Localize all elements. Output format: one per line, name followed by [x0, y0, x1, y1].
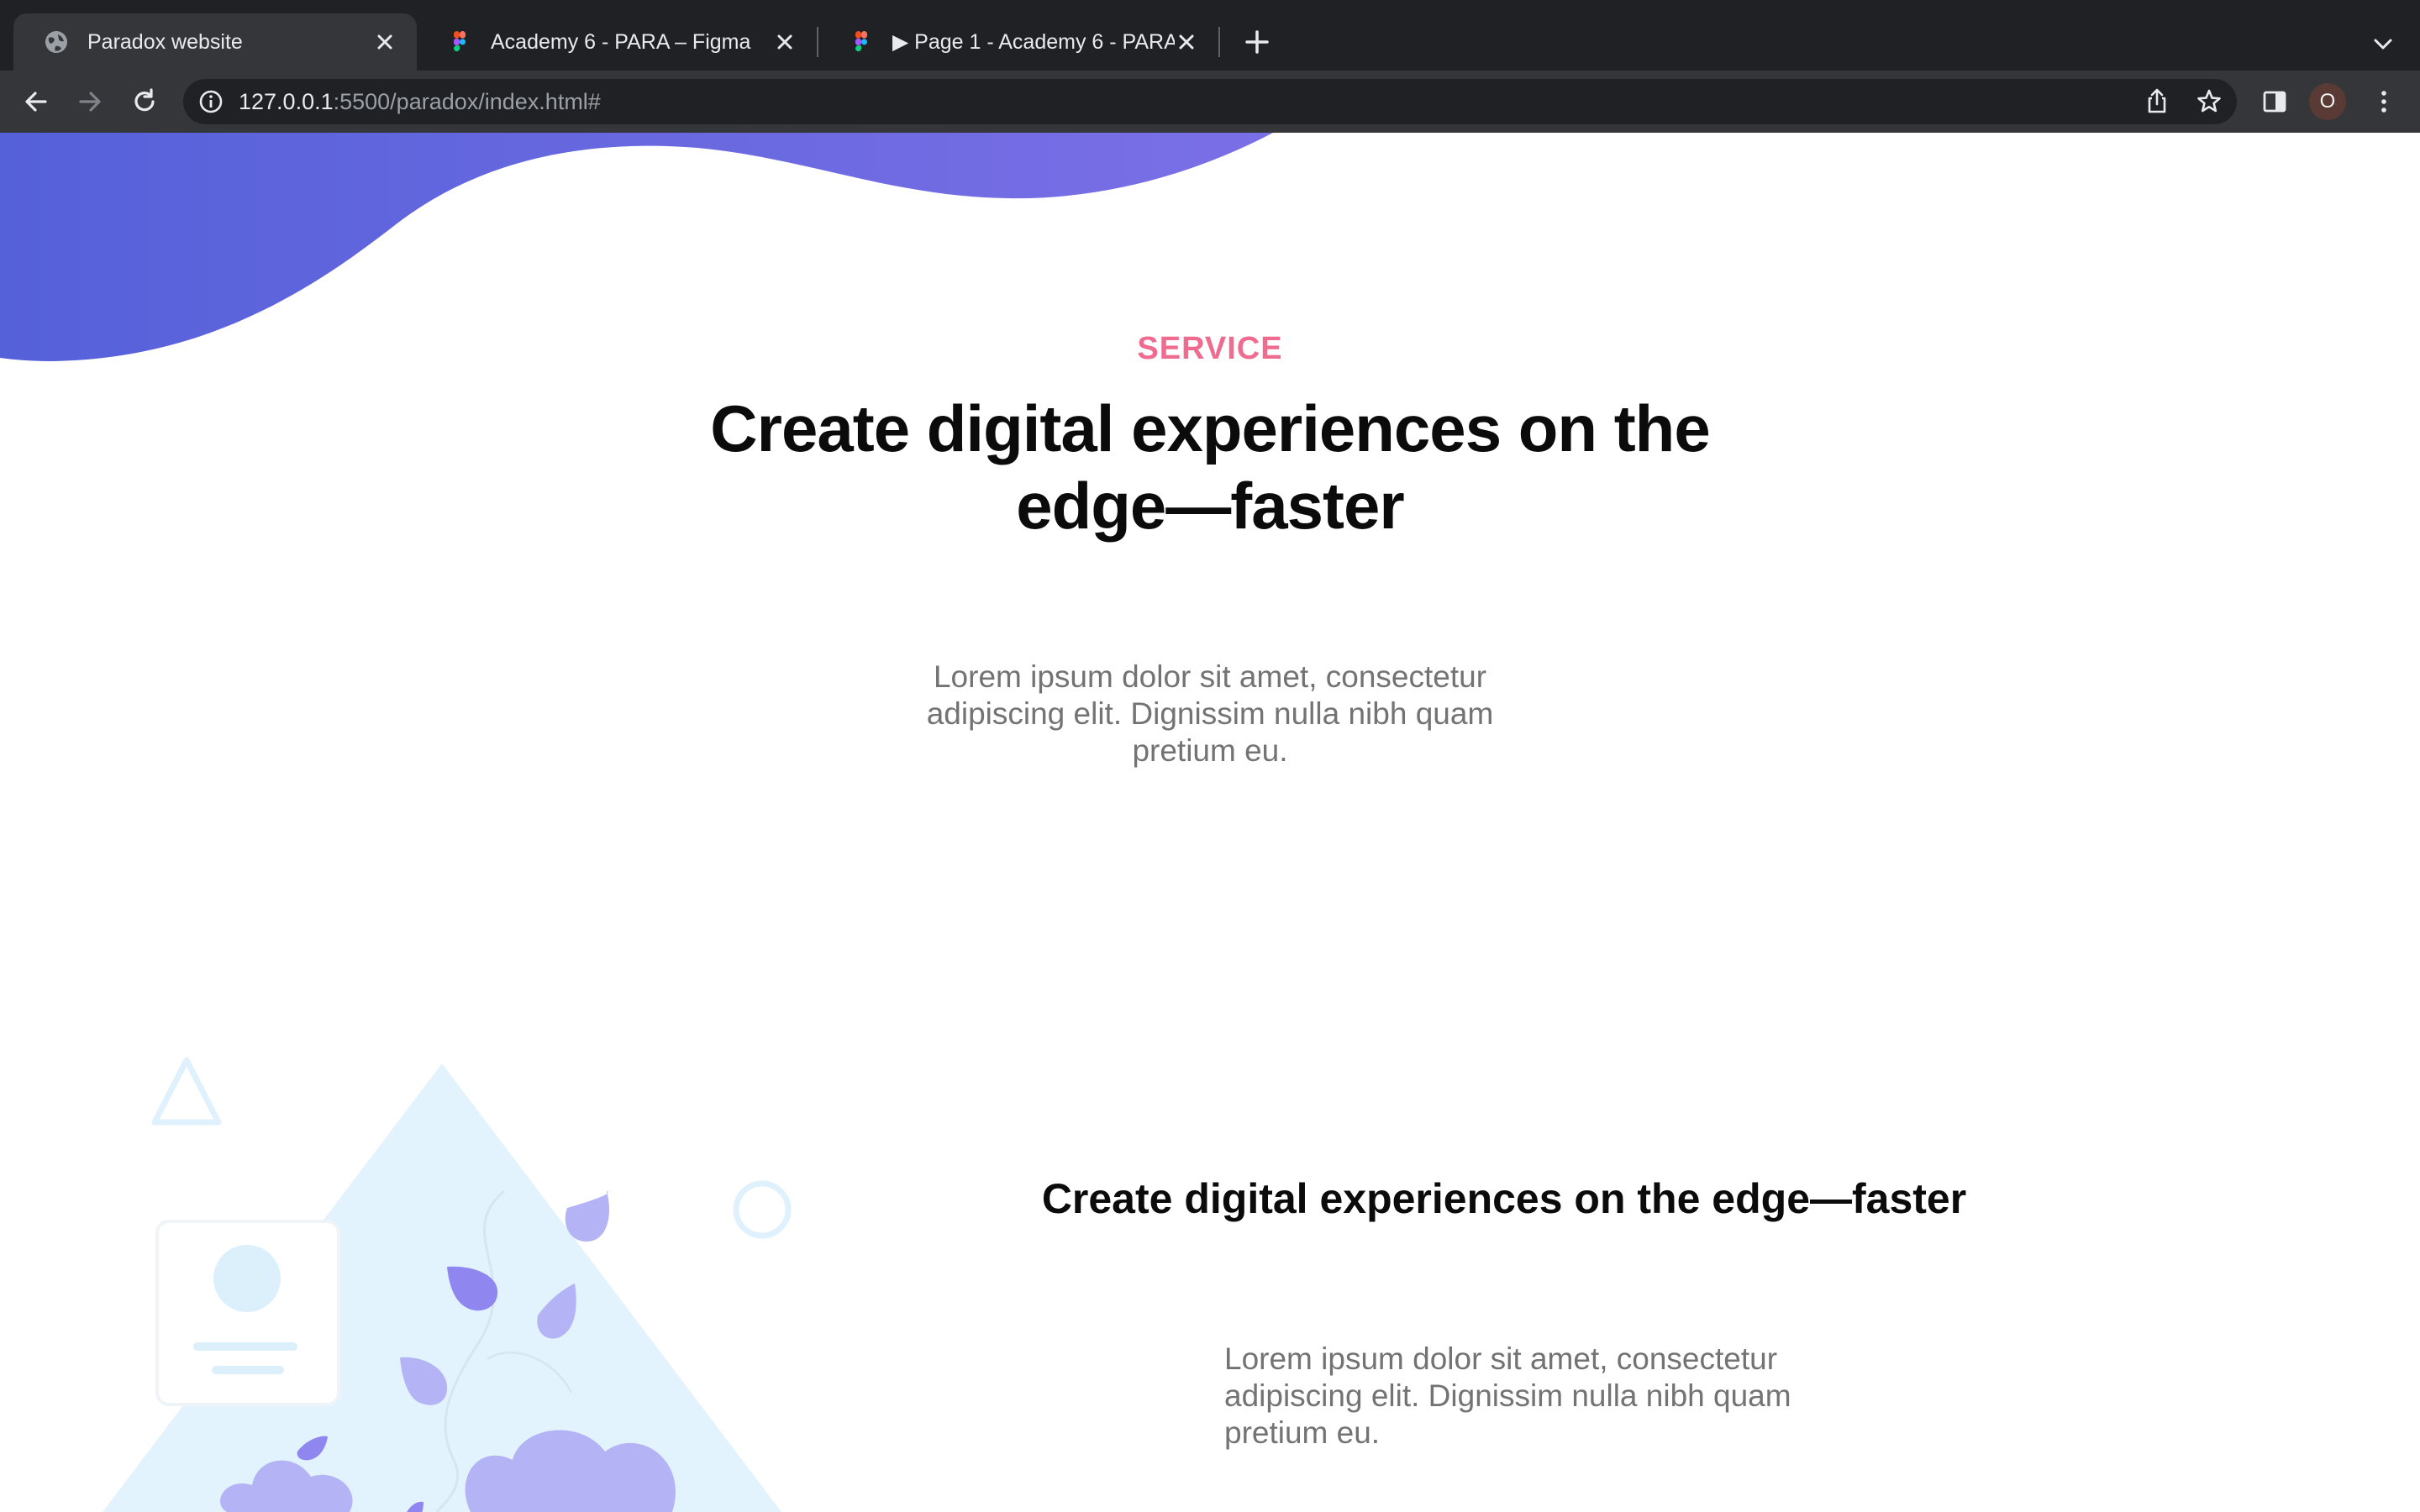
tab-figma-academy[interactable]: Academy 6 - PARA – Figma [417, 13, 817, 71]
new-tab-button[interactable] [1240, 25, 1274, 59]
tab-search-button[interactable] [2368, 29, 2398, 59]
back-button[interactable] [17, 82, 55, 121]
figma-icon [855, 31, 867, 52]
side-panel-icon [2263, 91, 2286, 113]
profile-avatar[interactable]: O [2309, 83, 2346, 120]
info-icon[interactable] [198, 89, 224, 114]
reload-button[interactable] [125, 82, 164, 121]
plus-icon [1245, 30, 1269, 54]
tab-label: ▶ Page 1 - Academy 6 - PARA [892, 30, 1175, 54]
arrow-left-icon [25, 92, 47, 112]
feature-title: Create digital experiences on the edge—f… [1041, 1175, 1967, 1222]
feature-body-text: Lorem ipsum dolor sit amet, consectetur … [1224, 1341, 1791, 1450]
side-panel-button[interactable] [2255, 82, 2294, 121]
section-eyebrow: SERVICE [1137, 331, 1283, 366]
tab-figma-page1[interactable]: ▶ Page 1 - Academy 6 - PARA [818, 13, 1218, 71]
url-text[interactable]: 127.0.0.1:5500/paradox/index.html# [239, 79, 601, 124]
tab-strip: Paradox website Academy 6 - PARA – Figma [0, 0, 2420, 71]
share-icon[interactable] [2143, 87, 2171, 116]
address-bar[interactable]: 127.0.0.1:5500/paradox/index.html# [183, 79, 2237, 124]
tab-label: Academy 6 - PARA – Figma [491, 29, 751, 54]
chevron-down-icon [2374, 39, 2392, 50]
close-tab-icon[interactable] [1175, 30, 1198, 54]
browser-chrome: Paradox website Academy 6 - PARA – Figma [0, 0, 2420, 133]
bookmark-star-icon[interactable] [2195, 87, 2223, 116]
leaf-shape [565, 1191, 609, 1242]
section-intro-text: Lorem ipsum dolor sit amet, consectetur … [926, 659, 1494, 768]
tab-paradox-website[interactable]: Paradox website [13, 13, 417, 71]
menu-button[interactable] [2365, 82, 2403, 121]
section-headline: Create digital experiences on the edge—f… [710, 391, 1710, 543]
tab-label: Paradox website [87, 29, 243, 54]
close-tab-icon[interactable] [773, 30, 797, 54]
outline-triangle-shape [151, 1057, 222, 1126]
globe-icon [45, 31, 67, 53]
profile-card [155, 1220, 340, 1406]
outline-circle-shape [733, 1180, 792, 1239]
figma-icon [454, 31, 466, 52]
tab-separator [1218, 27, 1220, 57]
kebab-menu-icon [2381, 91, 2386, 113]
url-host: 127.0.0.1 [239, 89, 334, 114]
url-path: :5500/paradox/index.html# [333, 89, 601, 114]
forward-button[interactable] [71, 82, 109, 121]
close-tab-icon[interactable] [373, 30, 397, 54]
service-illustration [103, 1057, 792, 1512]
arrow-right-icon [79, 92, 101, 112]
browser-toolbar: 127.0.0.1:5500/paradox/index.html# O [0, 71, 2420, 133]
page-viewport: SERVICE Create digital experiences on th… [0, 133, 2420, 1512]
reload-icon [134, 88, 155, 112]
